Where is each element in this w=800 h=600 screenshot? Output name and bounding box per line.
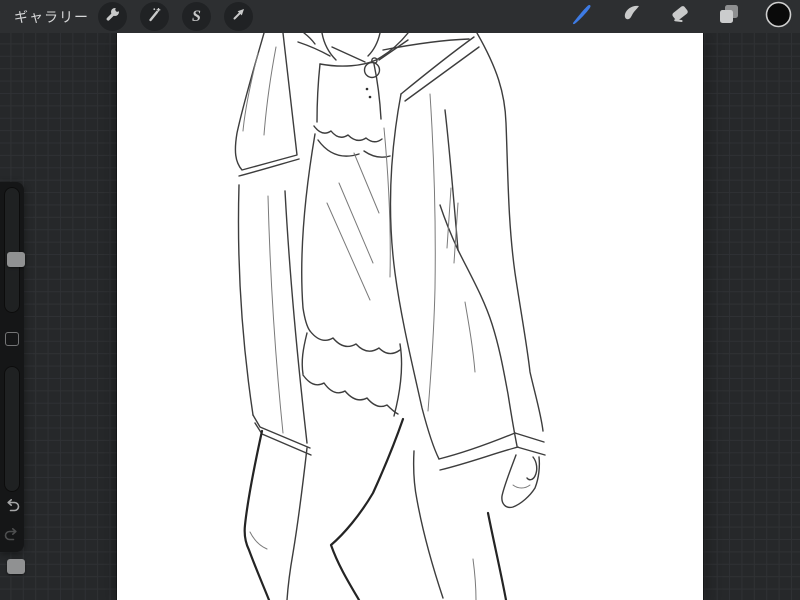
paint-tool-button[interactable] [569,4,595,30]
art-lapel-edge-2 [404,46,480,102]
art-cardigan-right-outer [476,33,544,432]
art-scallop-tier1 [309,330,401,355]
art-cami-side-right [383,127,391,278]
color-well-button[interactable] [765,1,792,33]
selection-button[interactable]: S [182,2,211,31]
art-hand-outline [501,454,541,509]
art-pendant [363,57,381,79]
art-sleeve-outer [234,33,298,171]
art-skirt-right [393,343,403,417]
art-hem-right-top [438,432,516,460]
erase-tool-button[interactable] [667,4,693,30]
modify-button[interactable] [5,332,19,346]
art-cardigan-left-outer [237,184,254,416]
opacity-slider[interactable] [4,366,25,574]
top-toolbar: ギャラリー S [0,0,800,33]
art-chain-left [331,46,366,63]
smudge-icon [619,2,643,31]
art-sleeve-hem [238,158,300,177]
brush-icon [569,1,595,32]
art-sketch-2 [338,182,374,264]
art-leg-left-front [243,429,271,600]
art-fold-hatch-3 [464,301,476,373]
art-cami-strap-right [373,63,382,120]
eraser-icon [668,2,692,31]
art-cuff-top [514,432,545,443]
art-thumb [526,456,538,481]
art-cardigan-left-fold [267,195,284,434]
art-cuff-bottom [516,446,546,456]
brush-sidebar [0,182,25,574]
art-leg-cross-front [329,417,405,600]
opacity-handle[interactable] [7,559,25,574]
art-fold-hatch-1 [446,187,452,249]
adjustments-button[interactable] [140,2,169,31]
color-well-icon [765,1,792,33]
art-cami-strap-left [316,63,321,123]
art-knuckle-line [512,484,531,489]
smudge-tool-button[interactable] [618,4,644,30]
left-tool-group: S [98,2,253,31]
right-tool-group [569,1,800,33]
art-scallop-tier2 [302,374,399,415]
selection-s-icon: S [192,7,201,25]
art-sketch-1 [326,202,371,301]
brush-size-handle[interactable] [7,252,25,267]
wrench-icon [104,6,121,28]
art-cami-side-left [301,133,316,332]
art-wrist-line-2 [303,33,316,45]
art-leg-right-outer [486,511,508,600]
art-sketch-3 [353,152,380,214]
art-sleeve-fold-1 [242,52,259,132]
art-neck-right [367,33,381,57]
redo-icon [4,528,20,546]
art-underbust-trim [313,125,383,143]
undo-icon [4,499,20,517]
art-leg-right-inner [472,558,477,600]
layers-icon [717,2,741,31]
transform-arrow-icon [231,6,247,27]
art-cardigan-right-inner [389,93,440,460]
artwork-svg [234,33,546,600]
art-leg-cross-back [412,450,444,599]
magic-wand-icon [146,6,163,28]
art-sleeve-fold-2 [263,46,277,136]
art-knee-hint [249,531,268,550]
art-sleeve-inner-edge [457,249,518,447]
drawing-canvas[interactable] [117,33,703,600]
art-panel-front-fold [427,93,436,412]
art-leg-left-back [286,447,308,600]
art-skirt-left [301,332,308,375]
art-bust-left [317,139,360,157]
art-hem-right-bottom [439,446,519,471]
redo-button[interactable] [3,528,21,546]
gallery-button[interactable]: ギャラリー [14,7,89,27]
brush-size-slider[interactable] [4,187,25,313]
transform-button[interactable] [224,2,253,31]
actions-button[interactable] [98,2,127,31]
undo-button[interactable] [3,499,21,517]
layers-button[interactable] [716,4,742,30]
